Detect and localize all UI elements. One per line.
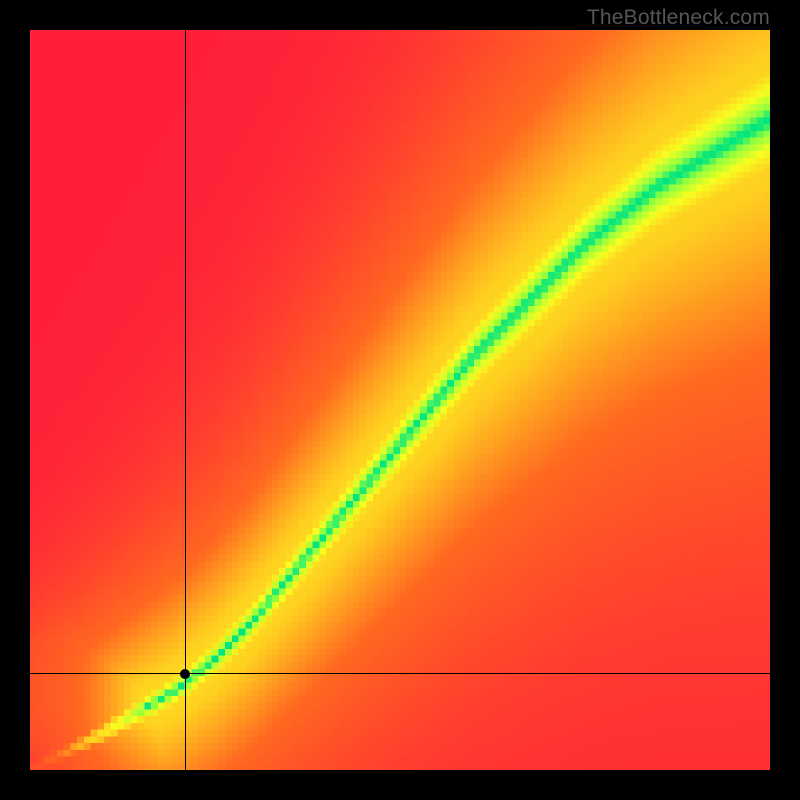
heatmap-plot <box>30 30 770 770</box>
crosshair-marker <box>180 669 190 679</box>
watermark-text: TheBottleneck.com <box>587 6 770 30</box>
heatmap-canvas <box>30 30 770 770</box>
chart-frame: TheBottleneck.com <box>0 0 800 800</box>
crosshair-horizontal <box>30 673 770 674</box>
crosshair-vertical <box>185 30 186 770</box>
